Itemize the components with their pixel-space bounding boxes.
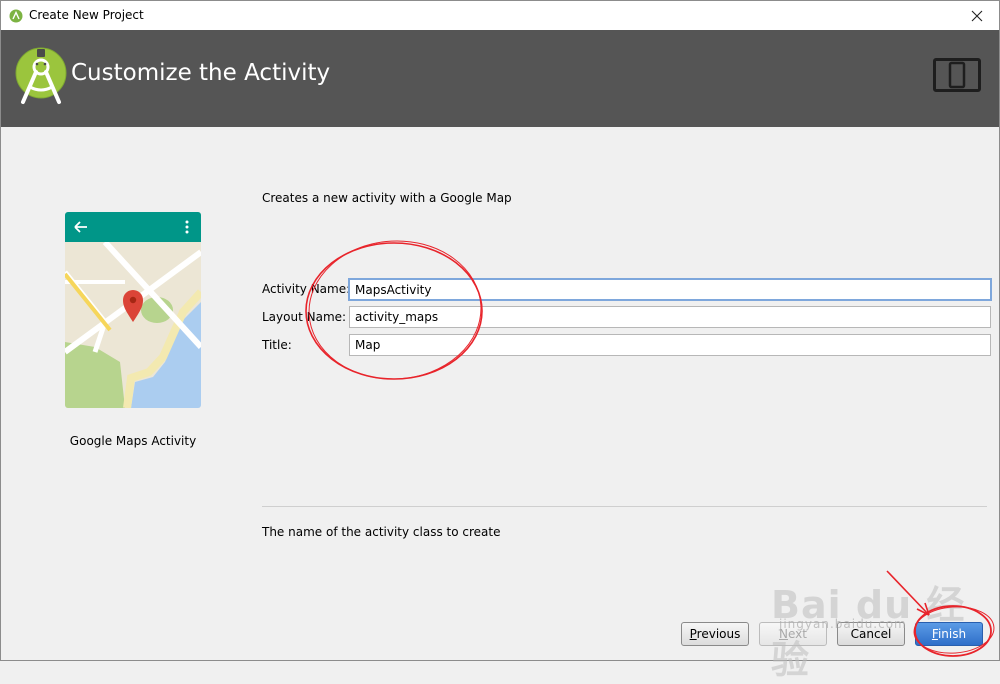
header-banner: Customize the Activity <box>1 30 999 127</box>
title-bar: Create New Project <box>1 1 999 30</box>
layout-name-label: Layout Name: <box>262 310 347 324</box>
activity-preview-image <box>65 212 201 408</box>
title-input[interactable] <box>349 334 991 356</box>
activity-name-label: Activity Name: <box>262 282 351 296</box>
section-divider <box>262 506 987 507</box>
template-description: Creates a new activity with a Google Map <box>262 191 512 205</box>
android-studio-logo <box>15 47 67 104</box>
window-title: Create New Project <box>29 8 144 22</box>
close-icon <box>971 10 983 21</box>
field-help-text: The name of the activity class to create <box>262 525 501 539</box>
create-project-dialog: Create New Project Customize the Activit… <box>0 0 1000 682</box>
baidu-watermark-url: jingyan.baidu.com <box>779 617 907 631</box>
activity-template-label: Google Maps Activity <box>69 434 197 448</box>
previous-button[interactable]: Previous <box>681 622 749 646</box>
device-form-factor-icon <box>933 58 981 92</box>
activity-name-input[interactable] <box>348 278 992 301</box>
android-studio-icon <box>9 9 23 23</box>
close-button[interactable] <box>955 1 999 30</box>
title-label: Title: <box>262 338 292 352</box>
layout-name-input[interactable] <box>349 306 991 328</box>
page-title: Customize the Activity <box>71 60 331 86</box>
